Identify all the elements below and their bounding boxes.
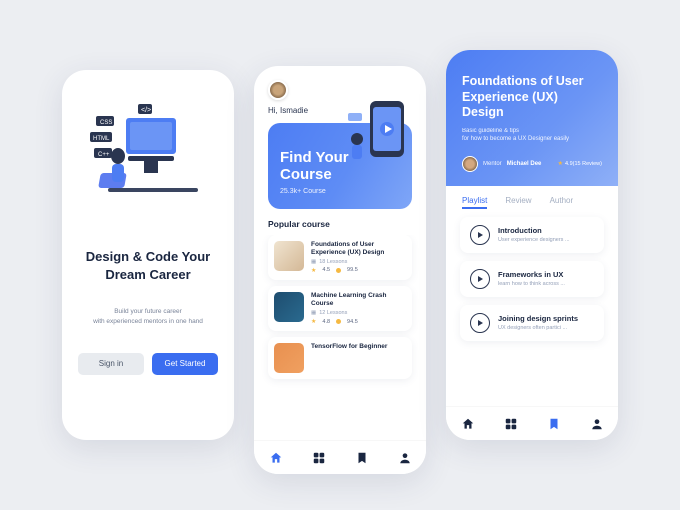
course-thumbnail — [274, 343, 304, 373]
playlist-item[interactable]: Frameworks in UX learn how to think acro… — [460, 261, 604, 297]
playlist-title: Frameworks in UX — [498, 270, 594, 279]
course-title: Foundations of User Experience (UX) Desi… — [311, 241, 406, 257]
svg-text:HTML: HTML — [93, 136, 110, 142]
tab-review[interactable]: Review — [505, 196, 531, 205]
playlist: Introduction User experience designers .… — [446, 211, 618, 347]
nav-home-icon[interactable] — [461, 417, 475, 431]
course-detail-screen: Foundations of User Experience (UX) Desi… — [446, 50, 618, 440]
nav-bookmark-icon[interactable] — [355, 451, 369, 465]
mentor-label: Mentor — [483, 161, 502, 167]
onboarding-subtitle: Build your future career with experience… — [93, 307, 203, 327]
course-thumbnail — [274, 292, 304, 322]
bottom-nav — [254, 440, 426, 474]
playlist-title: Joining design sprints — [498, 314, 594, 323]
tab-playlist[interactable]: Playlist — [462, 196, 487, 205]
detail-tabs: Playlist Review Author — [446, 186, 618, 211]
course-card[interactable]: Machine Learning Crash Course ▦12 Lesson… — [268, 286, 412, 331]
mentor-row: Mentor Michael Dee ★4.9(15 Review) — [462, 156, 602, 172]
tab-author[interactable]: Author — [550, 196, 574, 205]
hero-illustration — [342, 93, 416, 167]
course-card[interactable]: Foundations of User Experience (UX) Desi… — [268, 235, 412, 280]
course-lessons: ▦18 Lessons — [311, 259, 406, 265]
play-icon — [470, 313, 490, 333]
user-avatar[interactable] — [268, 80, 288, 100]
hero-course-count: 25.3k+ Course — [280, 188, 400, 195]
course-list: Foundations of User Experience (UX) Desi… — [254, 235, 426, 441]
mentor-avatar[interactable] — [462, 156, 478, 172]
coin-icon — [336, 319, 341, 324]
sign-in-button[interactable]: Sign in — [78, 353, 144, 375]
detail-hero: Foundations of User Experience (UX) Desi… — [446, 50, 618, 186]
nav-bookmark-icon[interactable] — [547, 417, 561, 431]
svg-text:C++: C++ — [98, 152, 110, 158]
course-stats: ★4.8 94.5 — [311, 318, 406, 325]
play-icon — [470, 225, 490, 245]
onboarding-illustration: CSS HTML C++ </> — [88, 98, 208, 218]
nav-profile-icon[interactable] — [590, 417, 604, 431]
playlist-desc: User experience designers ... — [498, 237, 594, 243]
get-started-button[interactable]: Get Started — [152, 353, 218, 375]
nav-home-icon[interactable] — [269, 451, 283, 465]
course-card[interactable]: TensorFlow for Beginner — [268, 337, 412, 379]
onboarding-screen: CSS HTML C++ </> Design & Code Your Drea… — [62, 70, 234, 440]
star-icon: ★ — [311, 318, 316, 325]
playlist-desc: UX designers often partici ... — [498, 325, 594, 331]
detail-subtitle: Basic guideline & tips for how to become… — [462, 127, 602, 144]
detail-title: Foundations of User Experience (UX) Desi… — [462, 74, 602, 121]
course-title: TensorFlow for Beginner — [311, 343, 406, 351]
find-course-card[interactable]: Find Your Course 25.3k+ Course — [268, 123, 412, 209]
nav-grid-icon[interactable] — [312, 451, 326, 465]
course-title: Machine Learning Crash Course — [311, 292, 406, 308]
onboarding-buttons: Sign in Get Started — [78, 353, 218, 375]
course-stats: ★4.5 99.5 — [311, 267, 406, 274]
mentor-name: Michael Dee — [507, 161, 542, 167]
svg-text:</>: </> — [141, 107, 151, 114]
star-icon: ★ — [311, 267, 316, 274]
home-screen: Hi, Ismadie Find Your Course 25.3k+ Cour… — [254, 66, 426, 474]
nav-grid-icon[interactable] — [504, 417, 518, 431]
playlist-desc: learn how to think across ... — [498, 281, 594, 287]
mentor-rating: ★4.9(15 Review) — [558, 160, 602, 167]
playlist-item[interactable]: Introduction User experience designers .… — [460, 217, 604, 253]
playlist-item[interactable]: Joining design sprints UX designers ofte… — [460, 305, 604, 341]
course-lessons: ▦12 Lessons — [311, 310, 406, 316]
svg-text:CSS: CSS — [100, 120, 112, 126]
bottom-nav — [446, 406, 618, 440]
nav-profile-icon[interactable] — [398, 451, 412, 465]
onboarding-title: Design & Code Your Dream Career — [78, 248, 218, 283]
coin-icon — [336, 268, 341, 273]
popular-course-label: Popular course — [268, 219, 412, 229]
playlist-title: Introduction — [498, 226, 594, 235]
course-thumbnail — [274, 241, 304, 271]
star-icon: ★ — [558, 160, 563, 167]
play-icon — [470, 269, 490, 289]
